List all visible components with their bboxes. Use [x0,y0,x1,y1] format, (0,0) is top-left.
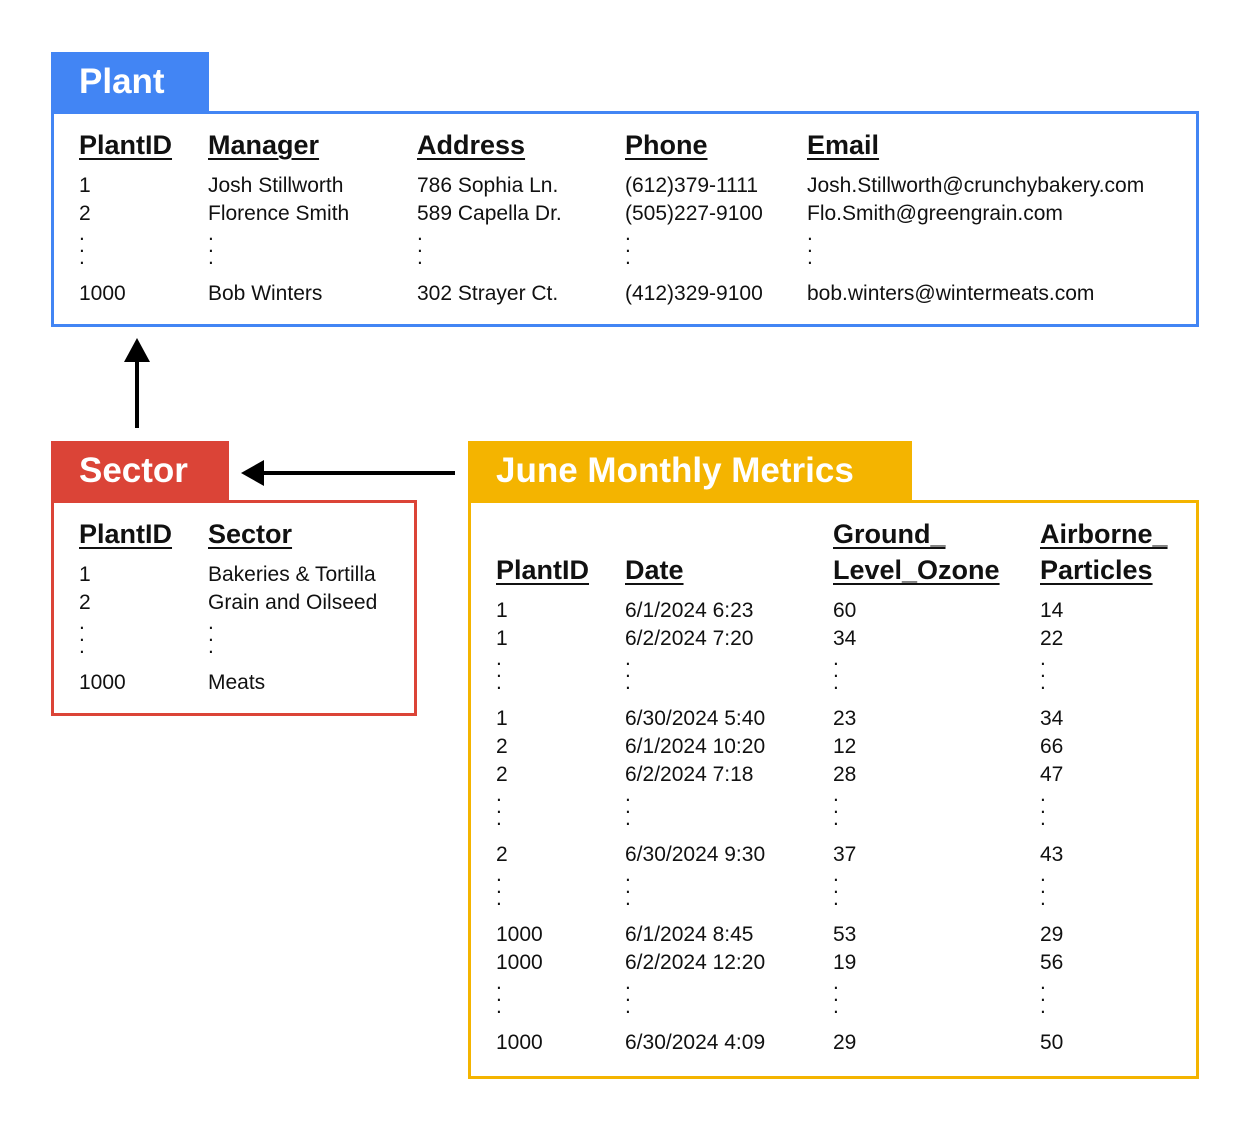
column-header: PlantID [79,130,173,160]
table-cell: 1 [496,707,508,730]
ellipsis-dots: . . . [833,863,839,910]
table-cell: 6/30/2024 5:40 [625,707,766,730]
table-cell: 6/2/2024 7:20 [625,627,754,650]
table-cell: (505)227-9100 [625,202,763,225]
ellipsis-dots: . . . [1040,971,1046,1018]
ellipsis-dots: . . . [833,971,839,1018]
ellipsis-dots: . . . [79,222,85,269]
table-cell: 12 [833,735,857,758]
column-header: Phone [625,130,708,160]
ellipsis-dots: . . . [496,971,502,1018]
table-cell: 1000 [79,282,126,305]
ellipsis-dots: . . . [625,863,631,910]
column-header: Airborne_ Particles [1040,519,1168,585]
table-cell: 29 [833,1031,857,1054]
column-header: Date [625,555,684,585]
table-cell: 1000 [496,1031,543,1054]
table-cell: 29 [1040,923,1064,946]
table-cell: 14 [1040,599,1064,622]
table-cell: 6/30/2024 9:30 [625,843,766,866]
column-header: PlantID [79,519,173,549]
table-cell: 6/1/2024 6:23 [625,599,754,622]
table-cell: 60 [833,599,857,622]
table-cell: Florence Smith [208,202,350,225]
column-header: PlantID [496,555,590,585]
table-cell: 1 [79,174,91,197]
ellipsis-dots: . . . [496,647,502,694]
column-header: Ground_ Level_Ozone [833,519,1000,585]
ellipsis-dots: . . . [1040,863,1046,910]
ellipsis-dots: . . . [496,863,502,910]
table-cell: 50 [1040,1031,1064,1054]
table-cell: 589 Capella Dr. [417,202,562,225]
table-cell: Bakeries & Tortilla [208,563,376,586]
ellipsis-dots: . . . [208,611,214,658]
table-cell: Josh Stillworth [208,174,344,197]
table-cell: 1 [79,563,91,586]
column-header: Manager [208,130,320,160]
ellipsis-dots: . . . [496,783,502,830]
ellipsis-dots: . . . [79,611,85,658]
column-header: Address [417,130,526,160]
table-cell: 6/1/2024 10:20 [625,735,766,758]
table-cell: 6/30/2024 4:09 [625,1031,766,1054]
table-cell: 34 [1040,707,1064,730]
table-cell: (412)329-9100 [625,282,763,305]
ellipsis-dots: . . . [208,222,214,269]
ellipsis-dots: . . . [833,647,839,694]
ellipsis-dots: . . . [625,647,631,694]
table-cell: 6/2/2024 7:18 [625,763,754,786]
ellipsis-dots: . . . [625,783,631,830]
table-cell: 6/1/2024 8:45 [625,923,754,946]
table-cell: bob.winters@wintermeats.com [807,282,1095,305]
column-header: Sector [208,519,293,549]
table-cell: 23 [833,707,857,730]
table-cell: Flo.Smith@greengrain.com [807,202,1063,225]
table-cell: Grain and Oilseed [208,591,378,614]
table-cell: 1000 [496,923,543,946]
table-cell: (612)379-1111 [625,174,759,197]
table-cell: Meats [208,671,266,694]
ellipsis-dots: . . . [625,222,631,269]
column-header: Email [807,130,880,160]
ellipsis-dots: . . . [1040,783,1046,830]
table-cell: 53 [833,923,857,946]
table-cell: 66 [1040,735,1064,758]
table-cell: 1000 [496,951,543,974]
ellipsis-dots: . . . [417,222,423,269]
table-cell: 2 [496,735,508,758]
ellipsis-dots: . . . [833,783,839,830]
table-cell: Josh.Stillworth@crunchybakery.com [807,174,1145,197]
ellipsis-dots: . . . [625,971,631,1018]
table-cell: 302 Strayer Ct. [417,282,559,305]
table-cell: Bob Winters [208,282,323,305]
ellipsis-dots: . . . [1040,647,1046,694]
ellipsis-dots: . . . [807,222,813,269]
table-cell: 786 Sophia Ln. [417,174,559,197]
table-cell: 1 [496,599,508,622]
table-cell: 6/2/2024 12:20 [625,951,766,974]
table-cell: 1000 [79,671,126,694]
